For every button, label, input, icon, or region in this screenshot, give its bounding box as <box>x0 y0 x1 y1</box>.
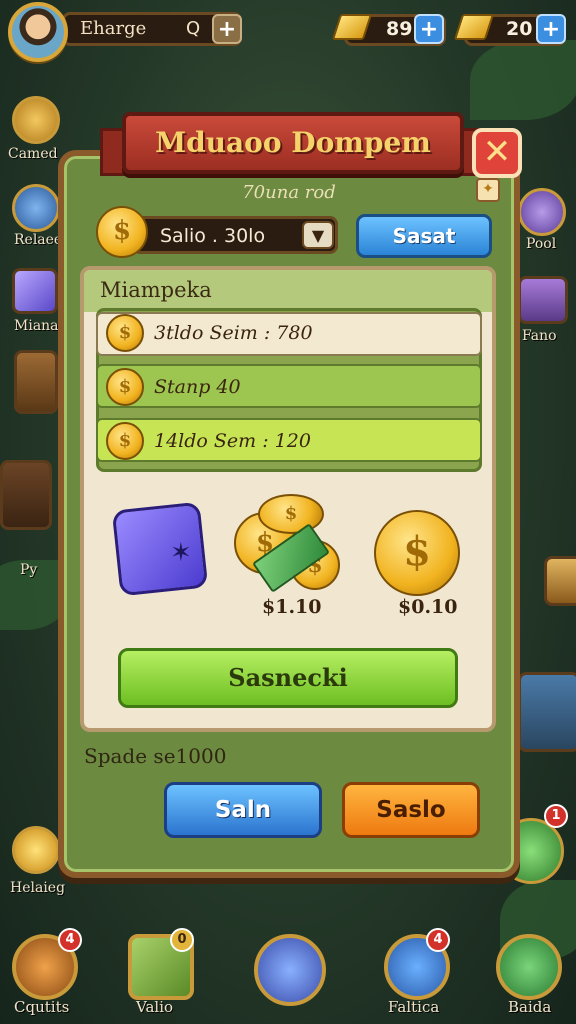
player-avatar[interactable] <box>8 2 68 62</box>
resource-value-1: 89 <box>386 18 413 40</box>
camel-icon[interactable] <box>12 96 60 144</box>
coin-icon: $ <box>96 206 148 258</box>
magic-cube-icon[interactable] <box>111 501 209 597</box>
crate-stack-icon <box>0 460 52 530</box>
dialog-subtitle: 70una rod <box>242 182 336 203</box>
secondary-blue-button[interactable]: Saln <box>164 782 322 838</box>
coin-stack-icon: $ <box>258 494 324 534</box>
row-label: 3tldo Seim : 780 <box>154 322 313 344</box>
bottom-label-cqutits: Cqutits <box>14 998 70 1016</box>
shield-check-icon[interactable] <box>12 184 60 232</box>
chevron-down-icon[interactable]: ▼ <box>302 221 334 249</box>
side-label-helaieg: Helaieg <box>10 880 66 896</box>
star-icon: ✶ <box>170 538 192 568</box>
add-resource-2-button[interactable]: + <box>536 14 566 44</box>
notification-badge: 4 <box>58 928 82 952</box>
add-resource-1-button[interactable]: + <box>414 14 444 44</box>
bottom-label-baida: Baida <box>508 998 552 1016</box>
magnifier-icon[interactable] <box>496 934 562 1000</box>
row-label: Stanp 40 <box>154 376 241 398</box>
dice-icon[interactable] <box>12 268 58 314</box>
notification-badge: 1 <box>544 804 568 828</box>
select-value: Salio . 30lo <box>160 225 266 247</box>
sword-icon[interactable] <box>254 934 326 1006</box>
row-label: 14ldo Sem : 120 <box>154 430 311 452</box>
player-name: Eharge <box>80 18 147 39</box>
price-label-1: $1.10 <box>262 596 322 618</box>
section-title: Miampeka <box>100 278 212 302</box>
add-level-button[interactable]: + <box>212 14 242 44</box>
dialog-title: Mduaoo Dompem <box>155 126 431 159</box>
secondary-orange-button[interactable]: Saslo <box>342 782 480 838</box>
bottom-label-faltica: Faltica <box>388 998 440 1016</box>
notification-badge: 0 <box>170 928 194 952</box>
player-level: Q <box>186 18 201 39</box>
bottom-label-valio: Valio <box>136 998 174 1016</box>
top-bar: Eharge Q + 89 + 20 + <box>0 0 576 62</box>
chest-icon[interactable] <box>14 350 58 414</box>
dollar-coin-icon[interactable] <box>12 826 60 874</box>
machine-icon <box>518 672 576 752</box>
side-label-fano: Fano <box>522 328 557 344</box>
side-label-py: Py <box>20 562 38 578</box>
coin-icon: $ <box>106 368 144 406</box>
notification-badge: 4 <box>426 928 450 952</box>
side-label-relaee: Relaee <box>14 232 63 248</box>
price-label-2: $0.10 <box>398 596 458 618</box>
side-label-pool: Pool <box>526 236 557 252</box>
coin-icon: $ <box>106 314 144 352</box>
coin-icon: $ <box>106 422 144 460</box>
resource-value-2: 20 <box>506 18 533 40</box>
info-gem-icon[interactable]: ✦ <box>476 178 500 202</box>
side-label-miana: Miana <box>14 318 59 334</box>
barrel-icon <box>544 556 576 606</box>
coin-stack-icon: $ <box>374 510 460 596</box>
close-icon: ✕ <box>482 132 512 172</box>
select-confirm-button[interactable]: Sasat <box>356 214 492 258</box>
purchase-button[interactable]: Sasnecki <box>118 648 458 708</box>
side-label-camed: Camed <box>8 146 58 162</box>
treasure-chest-icon[interactable] <box>518 276 568 324</box>
hammer-icon[interactable] <box>518 188 566 236</box>
info-text: Spade se1000 <box>84 744 227 768</box>
close-button[interactable]: ✕ <box>472 128 522 178</box>
